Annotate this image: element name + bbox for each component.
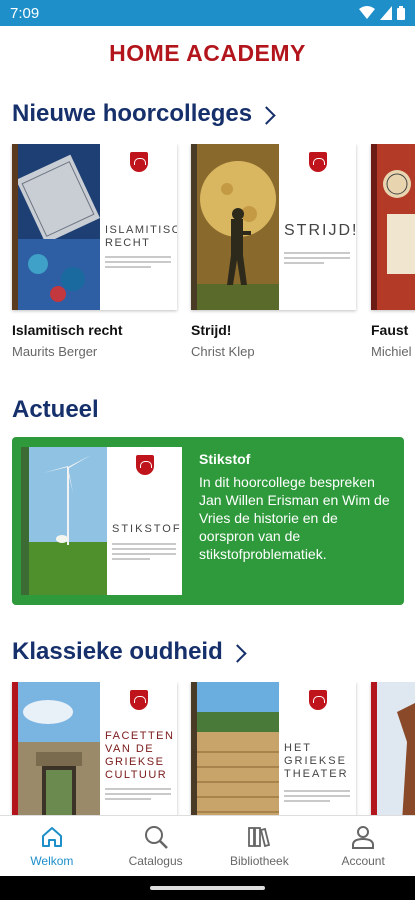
nav-item-welkom[interactable]: Welkom xyxy=(0,816,104,876)
section-title-actueel: Actueel xyxy=(12,396,99,424)
account-icon xyxy=(352,826,375,849)
app-title: HOME ACADEMY xyxy=(109,40,306,66)
cover-title: STIKSTOF xyxy=(112,523,182,535)
book-cover: STRIJD! xyxy=(191,144,356,310)
search-icon xyxy=(144,826,168,849)
section-title-text: Actueel xyxy=(12,396,99,423)
book-cover: FACETTEN VAN DE GRIEKSE CULTUUR xyxy=(12,682,177,815)
home-academy-logo xyxy=(308,690,327,710)
section-title-klassieke[interactable]: Klassieke oudheid xyxy=(12,638,247,666)
section-title-text: Klassieke oudheid xyxy=(12,638,223,665)
cover-art xyxy=(18,144,100,310)
book-card-griekse-theater[interactable]: HET GRIEKSE THEATER xyxy=(191,682,356,815)
book-cover: ISLAMITISCH RECHT xyxy=(12,144,177,310)
home-gesture-bar[interactable] xyxy=(150,886,265,890)
book-title: Islamitisch recht xyxy=(12,322,123,338)
feature-card-stikstof[interactable]: STIKSTOF Stikstof In dit hoorcollege bes… xyxy=(12,437,404,605)
wifi-icon xyxy=(359,6,375,19)
cover-art xyxy=(377,144,415,310)
nav-item-catalogus[interactable]: Catalogus xyxy=(104,816,208,876)
home-icon xyxy=(41,827,62,847)
status-bar: 7:09 xyxy=(0,0,415,26)
battery-icon xyxy=(397,6,405,20)
status-time: 7:09 xyxy=(10,5,40,22)
home-academy-logo xyxy=(129,690,148,710)
book-card-partial[interactable] xyxy=(371,682,415,815)
cover-art xyxy=(197,682,279,815)
system-navigation-bar xyxy=(0,876,415,900)
book-cover: HET GRIEKSE THEATER xyxy=(191,682,356,815)
cover-title: FACETTEN VAN DE GRIEKSE CULTUUR xyxy=(105,730,175,781)
nav-label: Bibliotheek xyxy=(230,854,289,868)
book-cover xyxy=(371,144,415,310)
nav-label: Welkom xyxy=(30,854,74,868)
book-author: Christ Klep xyxy=(191,344,255,359)
nav-item-account[interactable]: Account xyxy=(311,816,415,876)
cover-art xyxy=(197,144,279,310)
bottom-navigation: Welkom Catalogus Bibliotheek Account xyxy=(0,815,415,876)
feature-description: In dit hoorcollege bespreken Jan Willen … xyxy=(199,474,390,562)
book-card-strijd[interactable]: STRIJD! Strijd! Christ Klep xyxy=(191,144,356,359)
home-academy-logo xyxy=(135,455,154,475)
library-icon xyxy=(248,827,271,848)
signal-icon xyxy=(380,6,392,20)
nav-item-bibliotheek[interactable]: Bibliotheek xyxy=(208,816,312,876)
carousel-nieuwe[interactable]: ISLAMITISCH RECHT Islamitisch recht Maur… xyxy=(0,144,415,364)
section-title-text: Nieuwe hoorcolleges xyxy=(12,100,253,127)
section-title-nieuwe[interactable]: Nieuwe hoorcolleges xyxy=(12,100,276,128)
feature-title: Stikstof xyxy=(199,451,251,467)
cover-art xyxy=(377,682,415,815)
status-icons xyxy=(359,5,405,21)
cover-title: STRIJD! xyxy=(284,222,356,239)
home-academy-logo xyxy=(129,152,148,172)
nav-label: Account xyxy=(341,854,385,868)
book-author: Michiel xyxy=(371,344,412,359)
book-title: Strijd! xyxy=(191,322,232,338)
book-card-facetten[interactable]: FACETTEN VAN DE GRIEKSE CULTUUR xyxy=(12,682,177,815)
cover-title: ISLAMITISCH RECHT xyxy=(105,224,177,249)
book-card-islamitisch-recht[interactable]: ISLAMITISCH RECHT Islamitisch recht Maur… xyxy=(12,144,177,359)
book-title: Faust xyxy=(371,322,409,338)
nav-label: Catalogus xyxy=(128,854,183,868)
feature-cover: STIKSTOF xyxy=(21,447,182,595)
chevron-right-icon xyxy=(228,643,247,663)
book-card-faust[interactable]: Faust Michiel xyxy=(371,144,415,359)
book-cover xyxy=(371,682,415,815)
cover-title: HET GRIEKSE THEATER xyxy=(284,742,349,780)
book-author: Maurits Berger xyxy=(12,344,98,359)
home-academy-logo xyxy=(308,152,327,172)
chevron-right-icon xyxy=(257,105,276,125)
carousel-klassieke[interactable]: FACETTEN VAN DE GRIEKSE CULTUUR HET GRIE… xyxy=(0,682,415,815)
cover-art xyxy=(29,447,107,595)
cover-art xyxy=(18,682,100,815)
